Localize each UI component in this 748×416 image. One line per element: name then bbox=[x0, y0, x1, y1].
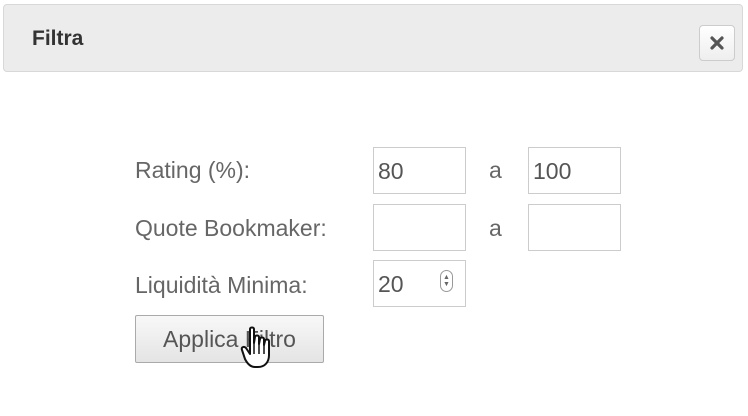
quote-from-input[interactable] bbox=[373, 204, 466, 251]
apply-filter-button[interactable]: Applica Filtro bbox=[135, 315, 324, 363]
quote-to-input[interactable] bbox=[528, 204, 621, 251]
dialog-titlebar: Filtra bbox=[3, 4, 743, 72]
rating-from-input[interactable]: 80 bbox=[373, 147, 466, 194]
rating-to-input[interactable]: 100 bbox=[528, 147, 621, 194]
liquidity-label: Liquidità Minima: bbox=[135, 272, 308, 298]
quote-separator: a bbox=[489, 215, 502, 241]
rating-label: Rating (%): bbox=[135, 157, 251, 183]
spinner-arrows-icon[interactable]: ▲ ▼ bbox=[440, 270, 453, 292]
hand-pointer-icon bbox=[240, 326, 270, 368]
quote-label: Quote Bookmaker: bbox=[135, 215, 327, 241]
rating-separator: a bbox=[489, 157, 502, 183]
filter-dialog: Filtra Rating (%): 80 a 100 Quote Bookma… bbox=[0, 0, 748, 416]
close-icon bbox=[710, 36, 724, 50]
dialog-title: Filtra bbox=[32, 27, 84, 50]
close-button[interactable] bbox=[699, 25, 735, 61]
